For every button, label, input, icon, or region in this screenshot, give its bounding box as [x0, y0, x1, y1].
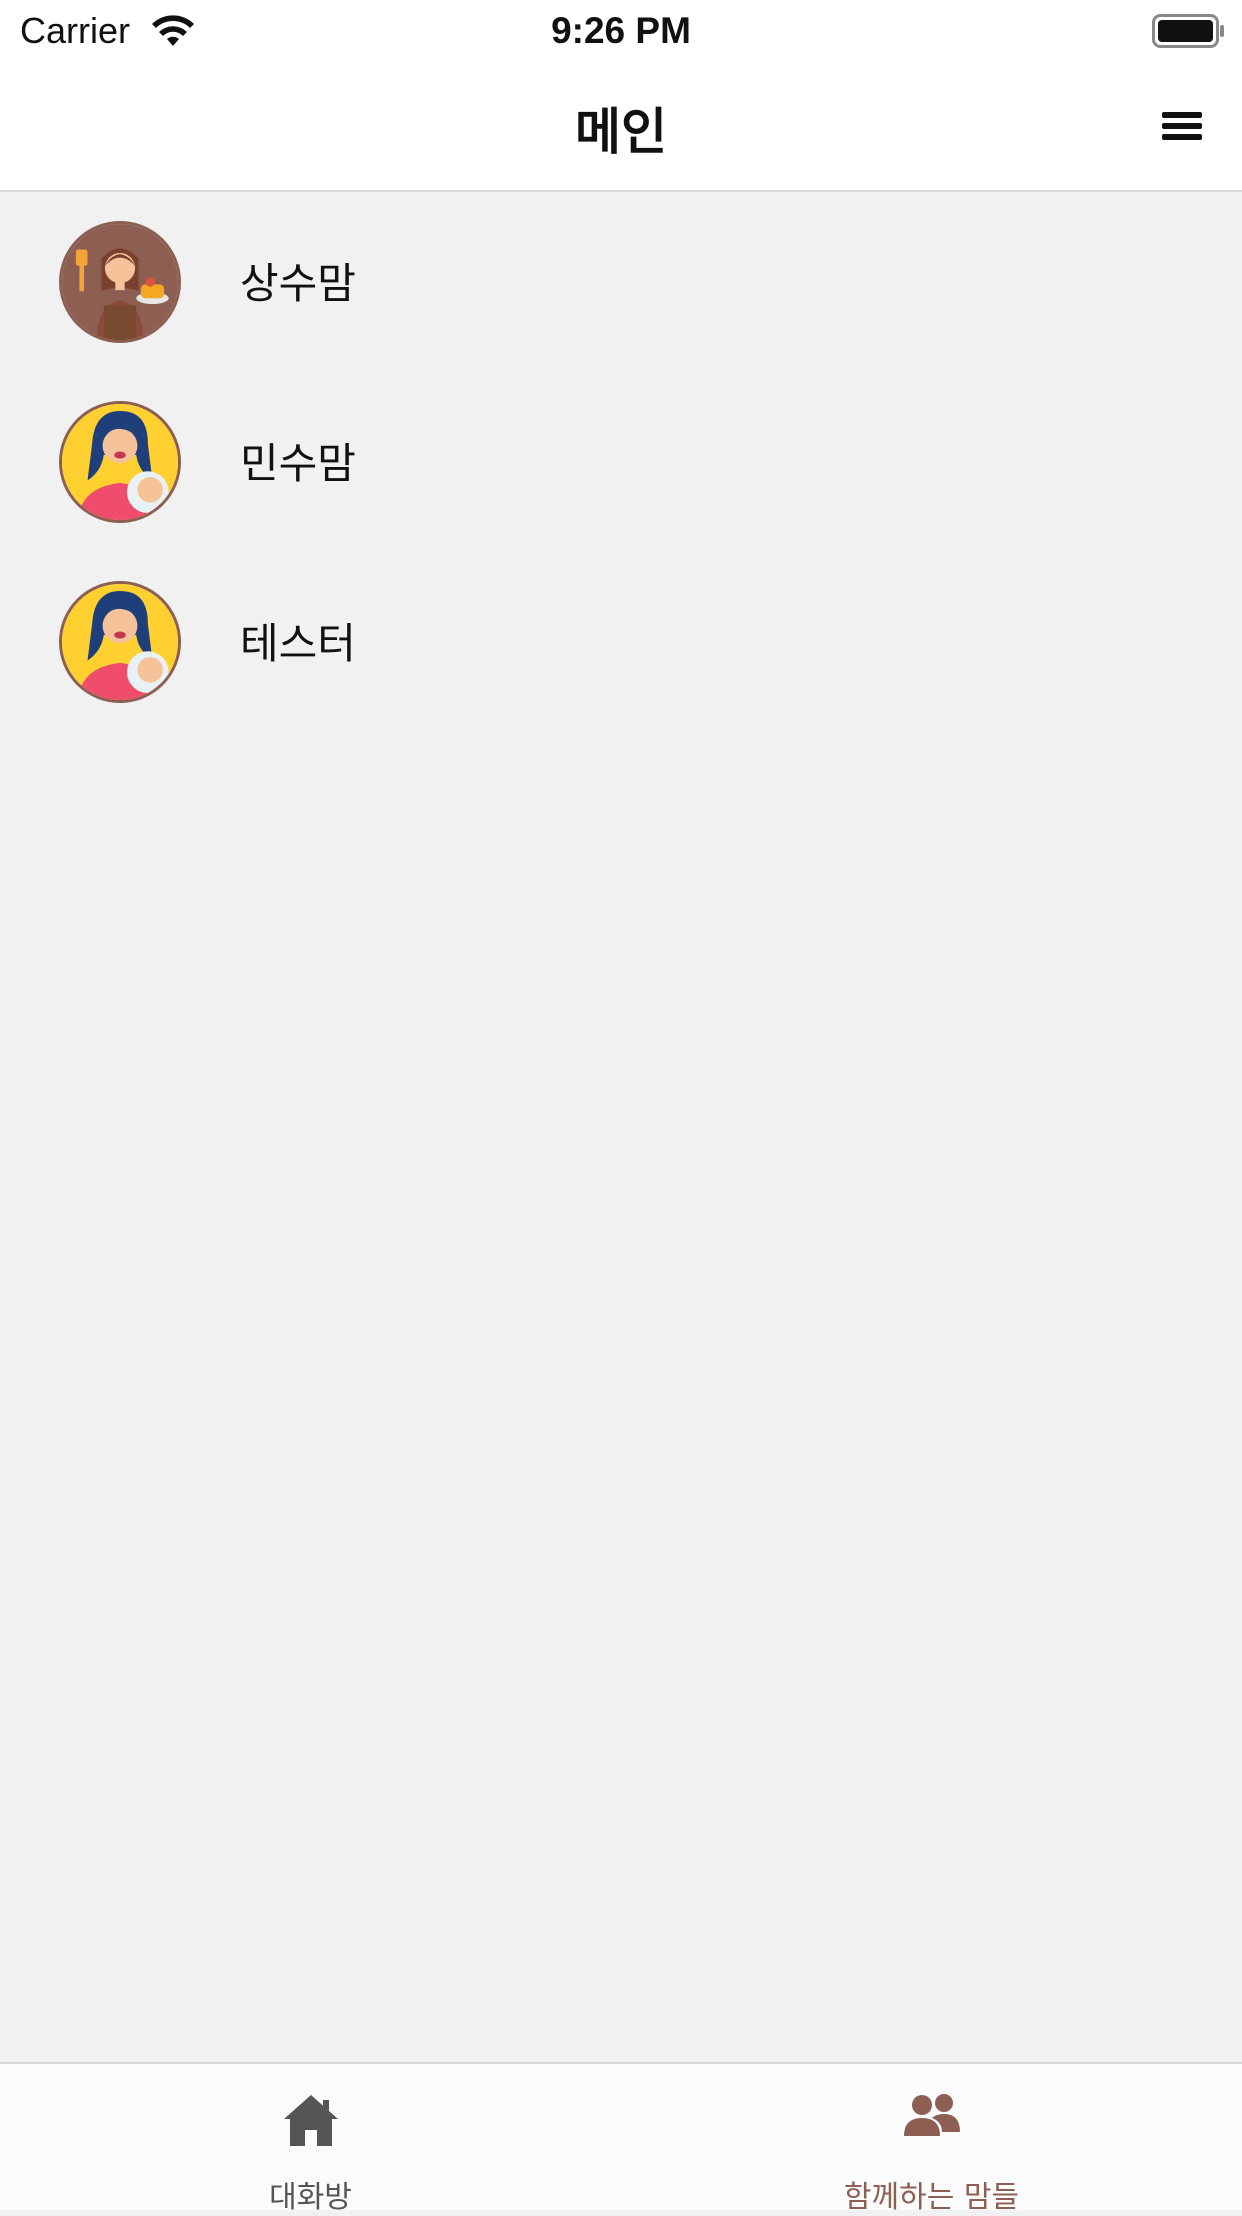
status-time: 9:26 PM [551, 10, 691, 51]
member-name: 상수맘 [240, 259, 356, 308]
list-item[interactable]: 상수맘 [0, 192, 1242, 372]
tab-chat-rooms[interactable]: 대화방 [0, 2064, 621, 2215]
mother-with-baby-avatar [59, 581, 181, 703]
tab-bar: 대화방 함께하는 맘들 [0, 2062, 1242, 2215]
member-name: 테스터 [240, 619, 356, 668]
tab-label: 함께하는 맘들 [843, 2180, 1020, 2215]
mother-with-baby-avatar [59, 401, 181, 523]
status-bar: Carrier 9:26 PM [0, 0, 1242, 62]
tab-label: 대화방 [269, 2180, 352, 2215]
people-icon [903, 2094, 960, 2136]
navigation-bar: 메인 [0, 62, 1242, 192]
tab-moms-together[interactable]: 함께하는 맘들 [621, 2064, 1242, 2215]
list-item[interactable]: 테스터 [0, 552, 1242, 732]
member-name: 민수맘 [240, 439, 356, 488]
moms-list: 상수맘 민수맘 테스터 [0, 192, 1242, 732]
woman-cooking-avatar [59, 221, 181, 343]
home-icon [283, 2095, 338, 2146]
list-item[interactable]: 민수맘 [0, 372, 1242, 552]
hamburger-menu-icon[interactable] [1150, 98, 1214, 154]
page-title: 메인 [575, 103, 667, 161]
battery-full-icon [1152, 14, 1224, 48]
